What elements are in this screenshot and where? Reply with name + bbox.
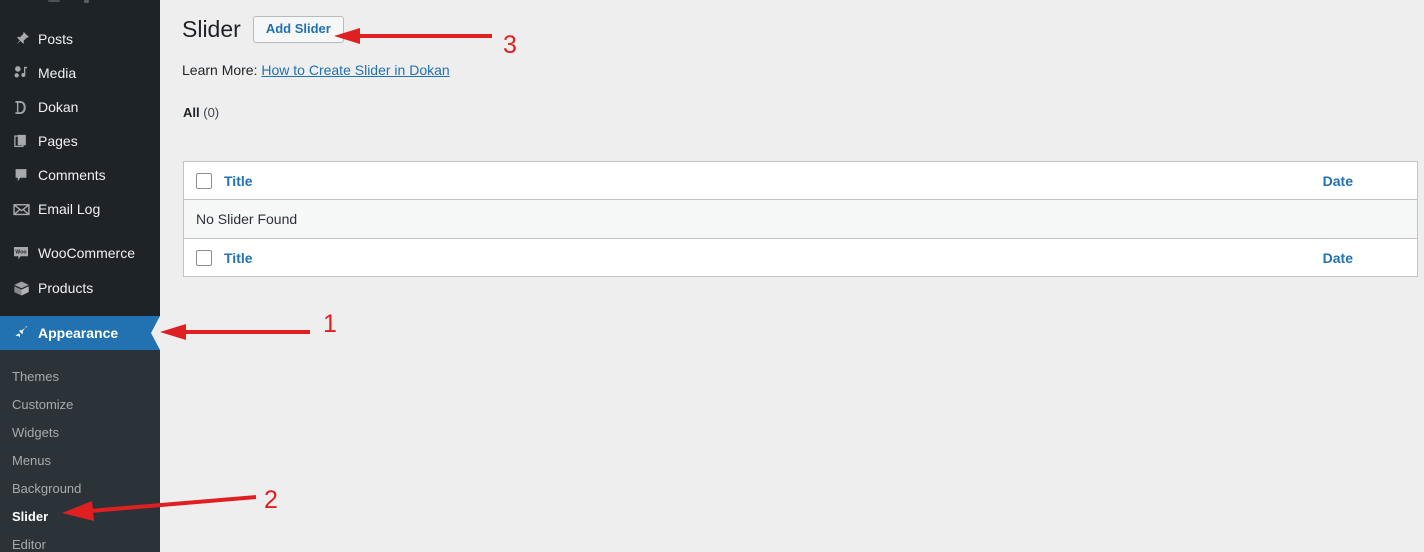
sidebar-item-appearance[interactable]: Appearance xyxy=(0,316,160,350)
envelope-icon xyxy=(4,192,38,226)
column-footer-title[interactable]: Title xyxy=(224,250,1277,266)
submenu-item-label: Customize xyxy=(12,396,74,412)
sidebar-item-dokan[interactable]: Dokan xyxy=(0,90,160,124)
column-header-title[interactable]: Title xyxy=(224,173,1277,189)
wordpress-admin-screen: Posts Media Dokan Pages Comments Email L… xyxy=(0,0,1424,552)
admin-sidebar: Posts Media Dokan Pages Comments Email L… xyxy=(0,0,160,552)
submenu-item-label: Background xyxy=(12,480,82,496)
sidebar-item-pages[interactable]: Pages xyxy=(0,124,160,158)
submenu-item-themes[interactable]: Themes xyxy=(0,362,160,390)
submenu-item-slider[interactable]: Slider xyxy=(0,502,160,530)
submenu-item-background[interactable]: Background xyxy=(0,474,160,502)
pages-icon xyxy=(4,124,38,158)
box-icon xyxy=(4,271,38,305)
select-all-checkbox-top[interactable] xyxy=(196,172,212,189)
pin-icon xyxy=(4,22,38,56)
submenu-item-label: Widgets xyxy=(12,424,59,440)
comment-icon xyxy=(4,158,38,192)
submenu-item-label: Themes xyxy=(12,368,59,384)
filter-all-label[interactable]: All xyxy=(183,105,200,120)
filter-all-count: (0) xyxy=(203,105,220,120)
submenu-item-label: Slider xyxy=(12,508,49,524)
svg-text:Woo: Woo xyxy=(15,250,26,256)
status-filter-list: All (0) xyxy=(183,105,219,120)
learn-more-text: Learn More: How to Create Slider in Doka… xyxy=(182,61,450,79)
submenu-item-label: Menus xyxy=(12,452,52,468)
submenu-item-label: Editor xyxy=(12,536,46,552)
appearance-submenu: Themes Customize Widgets Menus Backgroun… xyxy=(0,350,160,552)
sidebar-item-label: Comments xyxy=(38,167,106,183)
sidebar-item-label: Pages xyxy=(38,133,78,149)
page-header: Slider Add Slider xyxy=(182,14,344,44)
sidebar-item-label: Posts xyxy=(38,31,74,47)
add-slider-button[interactable]: Add Slider xyxy=(252,15,344,43)
sidebar-item-woocommerce[interactable]: Woo WooCommerce xyxy=(0,236,160,270)
submenu-item-customize[interactable]: Customize xyxy=(0,390,160,418)
dokan-d-icon xyxy=(4,90,38,124)
column-header-date[interactable]: Date xyxy=(1277,173,1407,189)
select-all-checkbox-bottom[interactable] xyxy=(196,249,212,266)
select-all-cell-footer xyxy=(184,249,224,266)
table-footer-row: Title Date xyxy=(184,238,1417,276)
column-footer-date[interactable]: Date xyxy=(1277,250,1407,266)
sidebar-item-label: Media xyxy=(38,65,77,81)
cutoff-menu-item-sliver xyxy=(0,0,160,6)
brush-icon xyxy=(4,316,38,350)
woocommerce-icon: Woo xyxy=(4,236,38,270)
sidebar-item-label: Appearance xyxy=(38,325,119,341)
sidebar-item-comments[interactable]: Comments xyxy=(0,158,160,192)
submenu-item-menus[interactable]: Menus xyxy=(0,446,160,474)
submenu-item-editor[interactable]: Editor xyxy=(0,530,160,552)
sidebar-item-label: Products xyxy=(38,280,94,296)
empty-state-row: No Slider Found xyxy=(184,200,1417,238)
sidebar-item-label: Dokan xyxy=(38,99,79,115)
sidebar-item-posts[interactable]: Posts xyxy=(0,22,160,56)
media-icon xyxy=(4,56,38,90)
sidebar-item-email-log[interactable]: Email Log xyxy=(0,192,160,226)
how-to-create-slider-link[interactable]: How to Create Slider in Dokan xyxy=(261,62,449,78)
active-menu-pointer xyxy=(151,316,160,350)
sidebar-item-label: WooCommerce xyxy=(38,245,135,261)
page-title: Slider xyxy=(182,16,241,42)
sidebar-item-media[interactable]: Media xyxy=(0,56,160,90)
empty-state-message: No Slider Found xyxy=(196,211,298,227)
sidebar-item-label: Email Log xyxy=(38,201,101,217)
sidebar-item-products[interactable]: Products xyxy=(0,271,160,305)
learn-more-prefix: Learn More: xyxy=(182,62,258,78)
main-content: Slider Add Slider Learn More: How to Cre… xyxy=(160,0,1424,552)
submenu-item-widgets[interactable]: Widgets xyxy=(0,418,160,446)
select-all-cell xyxy=(184,172,224,189)
slider-list-table: Title Date No Slider Found Title Date xyxy=(183,161,1418,277)
table-header-row: Title Date xyxy=(184,162,1417,200)
